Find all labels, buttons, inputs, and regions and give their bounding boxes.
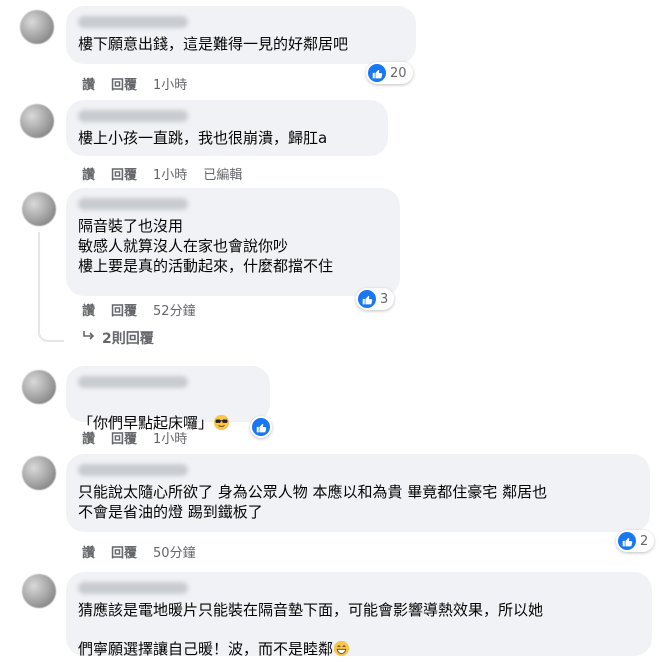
commenter-name-blurred[interactable] [78,582,188,594]
reply-button[interactable]: 回覆 [111,428,137,447]
reaction-count-value: 2 [640,533,649,549]
reply-button[interactable]: 回覆 [111,542,137,561]
comment-actions: 讚 回覆 1小時 [82,428,187,447]
avatar[interactable] [22,192,56,226]
reaction-count-value: 3 [380,291,389,307]
thread-connector-line [38,232,40,326]
like-button[interactable]: 讚 [82,300,95,319]
comment-text: 只能說太隨心所欲了 身為公眾人物 本應以和為貴 畢竟都住豪宅 鄰居也 不會是省油… [78,483,548,521]
like-button[interactable]: 讚 [82,164,95,183]
thread-connector-hook [38,324,64,342]
comment-actions: 讚 回覆 1小時 [82,74,187,93]
comment-bubble: 隔音裝了也沒用 敏感人就算沒人在家也會說你吵 樓上要是真的活動起來，什麼都擋不住 [66,188,400,296]
avatar[interactable] [20,104,54,138]
commenter-name-blurred[interactable] [78,110,188,122]
like-icon [252,418,270,436]
commenter-name-blurred[interactable] [78,198,188,210]
like-button[interactable]: 讚 [82,74,95,93]
edited-label[interactable]: 已編輯 [203,164,242,183]
reaction-count[interactable]: 2 [616,530,655,552]
sunglasses-emoji [213,394,230,431]
reaction-count-value: 20 [390,65,407,81]
like-icon [368,64,386,82]
comment-timestamp[interactable]: 50分鐘 [153,542,196,561]
comment-bubble: 猜應該是電地暖片只能裝在隔音墊下面，可能會影響導熱效果，所以她 們寧願選擇讓自己… [66,572,652,658]
like-button[interactable]: 讚 [82,428,95,447]
view-replies-link[interactable]: 2則回覆 [82,328,154,348]
view-replies-label: 2則回覆 [102,331,154,347]
comment-actions: 讚 回覆 52分鐘 [82,300,196,319]
comment-actions: 讚 回覆 50分鐘 [82,542,196,561]
comment-bubble: 只能說太隨心所欲了 身為公眾人物 本應以和為貴 畢竟都住豪宅 鄰居也 不會是省油… [66,454,650,532]
comment-bubble: 「你們早點起床囉」 [66,366,270,432]
comment-text: 樓下願意出錢，這是難得一見的好鄰居吧 [78,35,349,53]
grinning-emoji [333,620,350,657]
reaction-count[interactable]: 20 [366,62,413,84]
reply-button[interactable]: 回覆 [111,74,137,93]
comment-actions: 讚 回覆 1小時 已編輯 [82,164,242,183]
comment-timestamp[interactable]: 1小時 [153,428,187,447]
like-icon [358,290,376,308]
commenter-name-blurred[interactable] [78,464,188,476]
comment-timestamp[interactable]: 1小時 [153,164,187,183]
avatar[interactable] [22,574,56,608]
reaction-count[interactable] [250,416,272,438]
avatar[interactable] [22,456,56,490]
avatar[interactable] [20,10,54,44]
comment-bubble: 樓下願意出錢，這是難得一見的好鄰居吧 [66,6,416,64]
like-button[interactable]: 讚 [82,542,95,561]
comment-timestamp[interactable]: 1小時 [153,74,187,93]
comment-text: 樓上小孩一直跳，我也很崩潰，歸肛a [78,129,328,147]
comment-text: 猜應該是電地暖片只能裝在隔音墊下面，可能會影響導熱效果，所以她 們寧願選擇讓自己… [78,601,544,658]
reply-button[interactable]: 回覆 [111,300,137,319]
comment-bubble: 樓上小孩一直跳，我也很崩潰，歸肛a [66,100,388,156]
commenter-name-blurred[interactable] [78,16,188,28]
reaction-count[interactable]: 3 [356,288,395,310]
like-icon [618,532,636,550]
comment-timestamp[interactable]: 52分鐘 [153,300,196,319]
avatar[interactable] [22,370,56,404]
reply-button[interactable]: 回覆 [111,164,137,183]
reply-arrow-icon [82,330,96,346]
comment-text: 隔音裝了也沒用 敏感人就算沒人在家也會說你吵 樓上要是真的活動起來，什麼都擋不住 [78,217,334,275]
commenter-name-blurred[interactable] [78,376,188,388]
